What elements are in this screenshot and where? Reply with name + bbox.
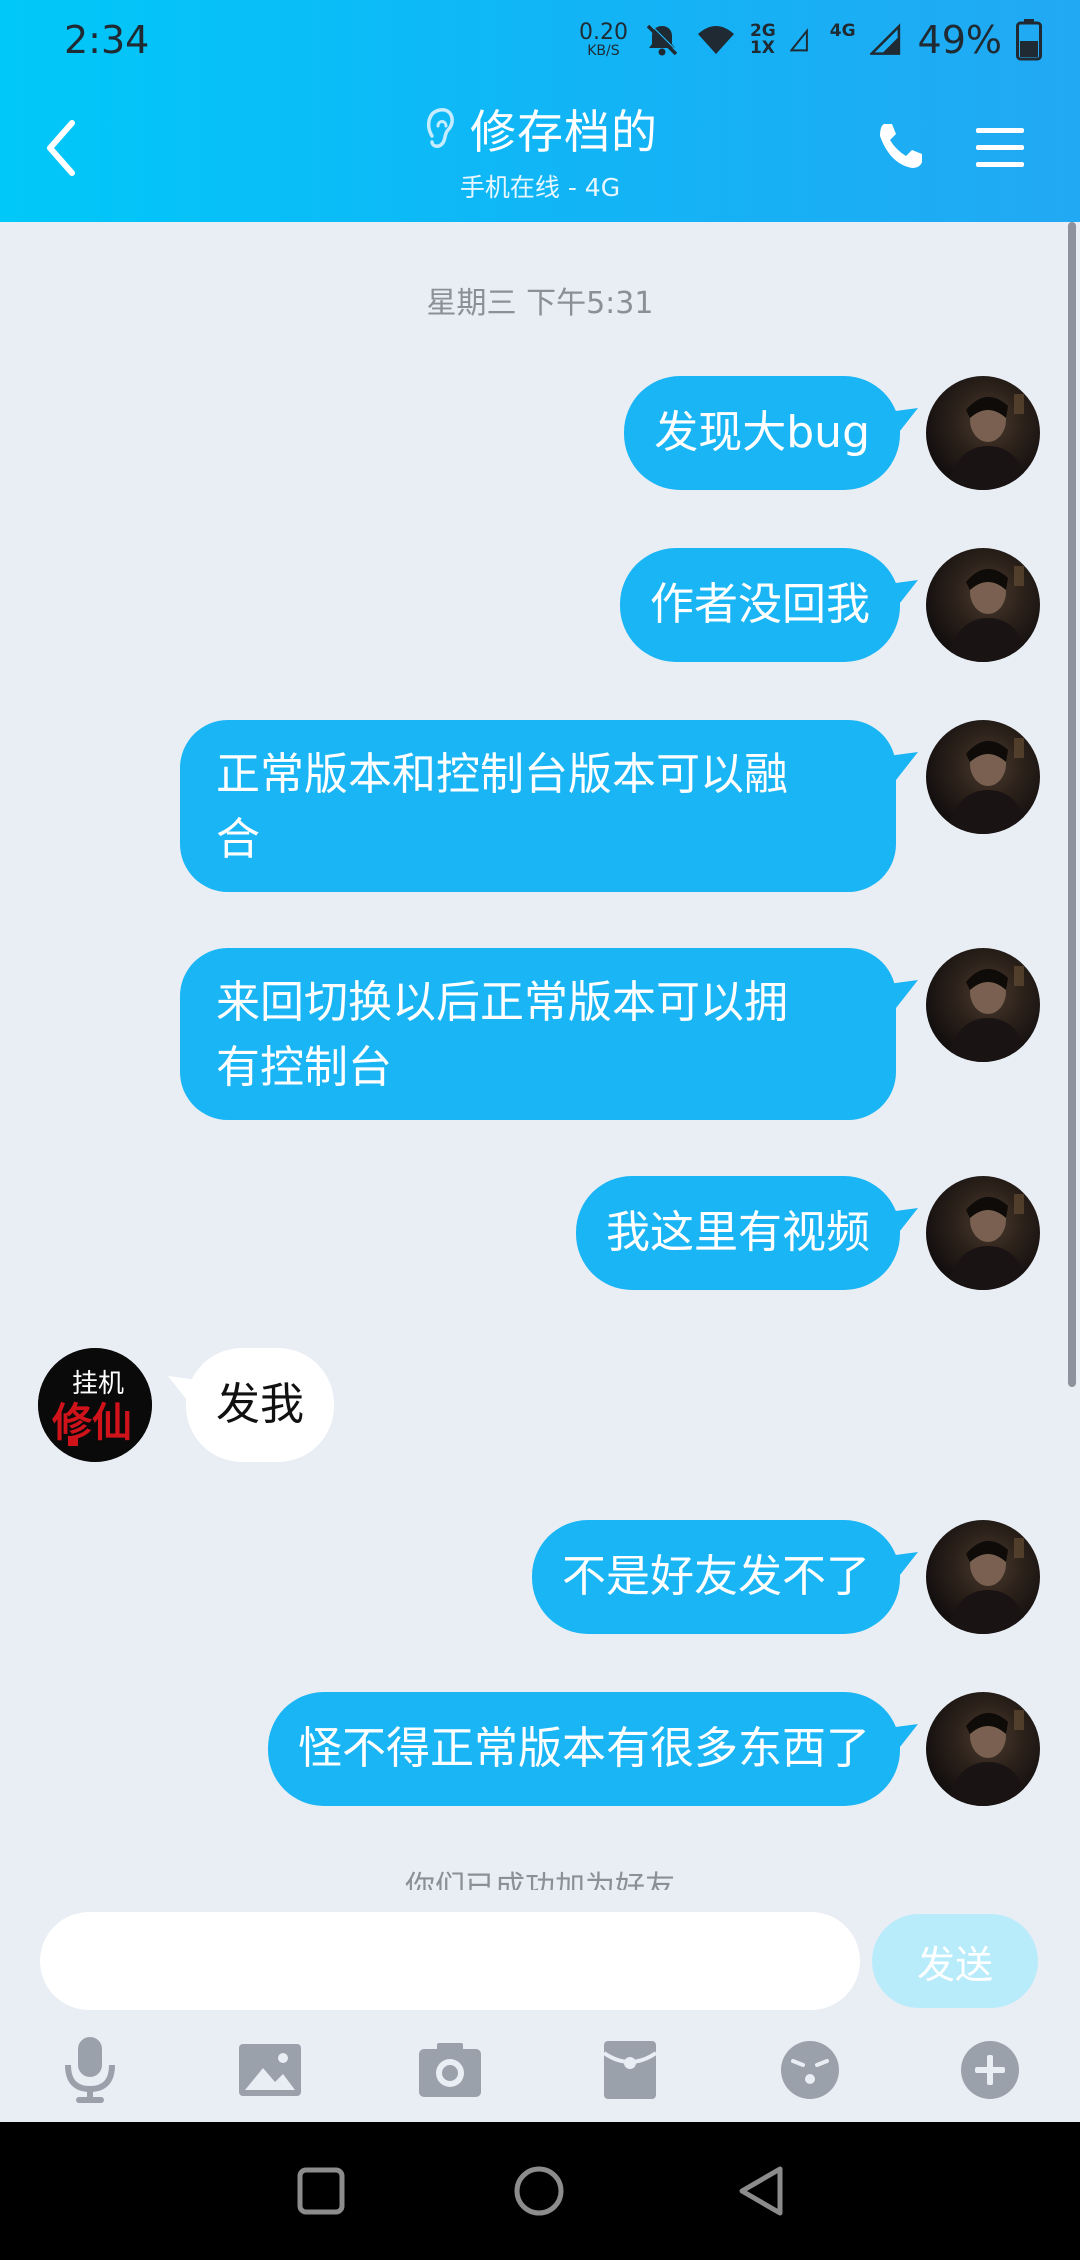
emoji-icon: [781, 2041, 839, 2099]
my-avatar[interactable]: [926, 948, 1040, 1062]
system-notice: 你们已成功加为好友: [405, 1870, 675, 1890]
my-avatar[interactable]: [926, 720, 1040, 834]
net-speed: 0.20 KB/S: [578, 20, 628, 59]
recents-button[interactable]: [288, 2158, 354, 2224]
red-packet-icon: [602, 2041, 658, 2099]
send-button[interactable]: 发送: [872, 1914, 1038, 2008]
message-input[interactable]: [40, 1912, 860, 2010]
avatar-portrait-icon: [946, 1710, 1030, 1806]
avatar-portrait-icon: [946, 966, 1030, 1062]
red-packet-button[interactable]: [590, 2030, 670, 2110]
microphone-icon: [65, 2037, 115, 2103]
chat-screen: 2:34 0.20 KB/S 2G 1X 4G 49% 修存档的 手机在线 - …: [0, 0, 1080, 2260]
back-icon: [739, 2166, 783, 2216]
message-bubble-in[interactable]: 发我: [186, 1348, 334, 1462]
camera-icon: [419, 2043, 481, 2097]
sig1-bottom: 1X: [749, 38, 775, 58]
signal-4g-label: 4G: [830, 23, 856, 57]
home-button[interactable]: [506, 2158, 572, 2224]
message-bubble-out[interactable]: 正常版本和控制台版本可以融 合: [180, 720, 896, 892]
message-bubble-out[interactable]: 作者没回我: [620, 548, 900, 662]
bubble-tail: [888, 580, 918, 608]
image-icon: [239, 2044, 301, 2096]
plus-icon: [961, 2041, 1019, 2099]
header: 2:34 0.20 KB/S 2G 1X 4G 49% 修存档的 手机在线 - …: [0, 0, 1080, 222]
avatar-logo-top: 挂机: [72, 1369, 124, 1399]
input-toolbar: [0, 2030, 1080, 2116]
battery-icon: [1016, 19, 1042, 61]
battery-percent: 49%: [917, 18, 1002, 62]
bubble-tail: [888, 1208, 918, 1236]
net-speed-unit: KB/S: [587, 43, 620, 59]
input-bar: 发送: [0, 1890, 1080, 2122]
photo-button[interactable]: [230, 2030, 310, 2110]
chat-title: 修存档的: [470, 105, 658, 159]
message-bubble-out[interactable]: 怪不得正常版本有很多东西了: [268, 1692, 900, 1806]
message-bubble-out[interactable]: 发现大bug: [624, 376, 900, 490]
mute-bell-icon: [646, 23, 679, 56]
voice-button[interactable]: [50, 2030, 130, 2110]
scrollbar[interactable]: [1068, 222, 1076, 1387]
message-line: 来回切换以后正常版本可以拥: [216, 977, 788, 1028]
message-bubble-out[interactable]: 我这里有视频: [576, 1176, 900, 1290]
avatar-portrait-icon: [946, 566, 1030, 662]
ear-icon: [426, 108, 454, 148]
bubble-tail: [888, 1724, 918, 1752]
menu-icon[interactable]: [974, 124, 1026, 172]
message-line: 有控制台: [216, 1042, 392, 1093]
status-time: 2:34: [64, 18, 150, 62]
more-button[interactable]: [950, 2030, 1030, 2110]
message-line: 正常版本和控制台版本可以融: [216, 749, 788, 800]
contact-avatar[interactable]: 挂机 修仙: [38, 1348, 152, 1462]
avatar-portrait-icon: [946, 738, 1030, 834]
message-bubble-out[interactable]: 不是好友发不了: [532, 1520, 900, 1634]
message-bubble-out[interactable]: 来回切换以后正常版本可以拥 有控制台: [180, 948, 896, 1120]
my-avatar[interactable]: [926, 548, 1040, 662]
message-line: 合: [216, 814, 260, 865]
my-avatar[interactable]: [926, 1176, 1040, 1290]
emoji-button[interactable]: [770, 2030, 850, 2110]
my-avatar[interactable]: [926, 1692, 1040, 1806]
camera-button[interactable]: [410, 2030, 490, 2110]
message-list[interactable]: 星期三 下午5:31 发现大bug 作者没回我 正常版本和控制台版本可以融 合 …: [0, 222, 1080, 1890]
recents-icon: [297, 2167, 345, 2215]
bubble-tail: [888, 752, 918, 780]
contact-logo-icon: 挂机 修仙: [38, 1348, 152, 1462]
bubble-tail: [888, 408, 918, 436]
status-icons: 0.20 KB/S 2G 1X 4G 49%: [579, 16, 1042, 64]
phone-call-icon[interactable]: [872, 118, 928, 174]
signal-bars-icon-1: [789, 28, 808, 52]
system-back-button[interactable]: [728, 2158, 794, 2224]
avatar-portrait-icon: [946, 1194, 1030, 1290]
signal-2g-label: 2G 1X: [750, 23, 776, 57]
status-bar: 2:34 0.20 KB/S 2G 1X 4G 49%: [0, 0, 1080, 80]
home-icon: [514, 2166, 564, 2216]
my-avatar[interactable]: [926, 376, 1040, 490]
net-speed-value: 0.20: [578, 20, 628, 45]
wifi-icon: [697, 26, 734, 54]
avatar-portrait-icon: [946, 1538, 1030, 1634]
my-avatar[interactable]: [926, 1520, 1040, 1634]
system-nav-bar: [0, 2122, 1080, 2260]
message-timestamp: 星期三 下午5:31: [426, 286, 654, 321]
bubble-tail: [888, 980, 918, 1008]
signal-bars-icon-2: [869, 23, 900, 55]
bubble-tail: [888, 1552, 918, 1580]
avatar-logo-main: 修仙: [52, 1399, 132, 1446]
avatar-portrait-icon: [946, 394, 1030, 490]
